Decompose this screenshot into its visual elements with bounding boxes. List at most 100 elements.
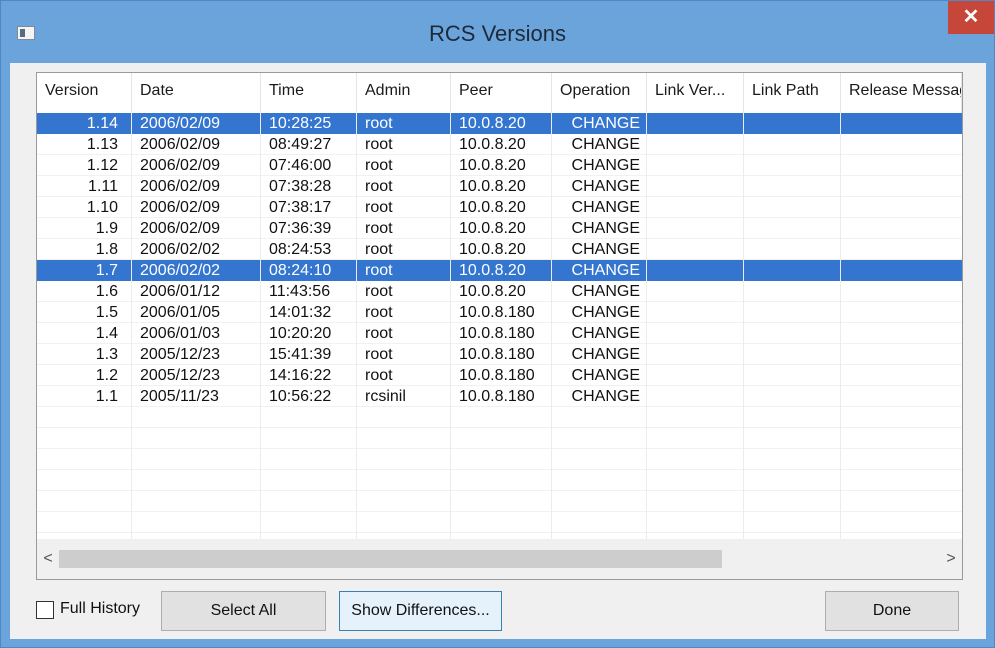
- full-history-checkbox[interactable]: [36, 601, 54, 619]
- table-row[interactable]: 1.7 2006/02/02 08:24:10 root 10.0.8.20 CHANGE: [37, 260, 962, 281]
- table-row[interactable]: 1.3 2005/12/23 15:41:39 root 10.0.8.180 CHANG…: [37, 344, 962, 365]
- table-row[interactable]: 1.1 2005/11/23 10:56:22 rcsinil 10.0.8.180 CH…: [37, 386, 962, 407]
- column-header-time[interactable]: Time: [261, 73, 357, 113]
- cell-time: 15:41:39: [261, 344, 357, 365]
- column-header-operation[interactable]: Operation: [552, 73, 647, 113]
- cell-time: 11:43:56: [261, 281, 357, 302]
- cell-peer: 10.0.8.180: [451, 386, 552, 407]
- cell-operation: CHANGE: [552, 344, 647, 365]
- cell-link-path: [744, 302, 841, 323]
- column-divider: [840, 113, 841, 539]
- cell-peer: 10.0.8.20: [451, 260, 552, 281]
- column-header-peer[interactable]: Peer: [451, 73, 552, 113]
- select-all-button[interactable]: Select All: [161, 591, 326, 631]
- cell-link-version: [647, 281, 744, 302]
- column-header-admin[interactable]: Admin: [357, 73, 451, 113]
- cell-link-path: [744, 155, 841, 176]
- table-row[interactable]: 1.14 2006/02/09 10:28:25 root 10.0.8.20 CHANG…: [37, 113, 962, 134]
- column-divider: [356, 113, 357, 539]
- table-row[interactable]: 1.6 2006/01/12 11:43:56 root 10.0.8.20 CHANGE: [37, 281, 962, 302]
- cell-operation: CHANGE: [552, 386, 647, 407]
- cell-link-path: [744, 344, 841, 365]
- cell-version: 1.3: [95, 346, 118, 363]
- done-button[interactable]: Done: [825, 591, 959, 631]
- full-history-label: Full History: [60, 600, 141, 617]
- column-header-link-version[interactable]: Link Ver...: [647, 73, 744, 113]
- cell-link-path: [744, 386, 841, 407]
- cell-peer: 10.0.8.20: [451, 281, 552, 302]
- cell-operation: CHANGE: [552, 197, 647, 218]
- column-header-date[interactable]: Date: [132, 73, 261, 113]
- cell-release-message: [841, 197, 962, 218]
- cell-date: 2006/01/05: [132, 302, 261, 323]
- cell-date: 2005/12/23: [132, 344, 261, 365]
- cell-link-path: [744, 365, 841, 386]
- cell-peer: 10.0.8.180: [451, 344, 552, 365]
- cell-link-path: [744, 281, 841, 302]
- cell-release-message: [841, 386, 962, 407]
- close-button[interactable]: ✕: [948, 1, 994, 34]
- cell-link-version: [647, 260, 744, 281]
- horizontal-scrollbar[interactable]: < >: [37, 539, 962, 579]
- cell-peer: 10.0.8.20: [451, 176, 552, 197]
- cell-time: 10:56:22: [261, 386, 357, 407]
- cell-admin: root: [357, 155, 451, 176]
- table-row[interactable]: 1.13 2006/02/09 08:49:27 root 10.0.8.20 CHANG…: [37, 134, 962, 155]
- show-differences-button[interactable]: Show Differences...: [339, 591, 502, 631]
- cell-release-message: [841, 344, 962, 365]
- cell-link-path: [744, 260, 841, 281]
- rcs-versions-window: RCS Versions ✕ Version Date Time Admin Peer O…: [0, 0, 995, 648]
- cell-operation: CHANGE: [552, 323, 647, 344]
- table-row[interactable]: 1.12 2006/02/09 07:46:00 root 10.0.8.20 CHANG…: [37, 155, 962, 176]
- table-row[interactable]: 1.9 2006/02/09 07:36:39 root 10.0.8.20 CHANGE: [37, 218, 962, 239]
- cell-release-message: [841, 323, 962, 344]
- versions-list[interactable]: Version Date Time Admin Peer Operation Link Ve…: [36, 72, 963, 580]
- cell-admin: rcsinil: [357, 386, 451, 407]
- table-row[interactable]: 1.8 2006/02/02 08:24:53 root 10.0.8.20 CHANGE: [37, 239, 962, 260]
- cell-time: 10:28:25: [261, 113, 357, 134]
- column-divider: [260, 113, 261, 539]
- column-divider: [450, 113, 451, 539]
- scroll-right-arrow-icon[interactable]: >: [940, 539, 962, 579]
- table-row[interactable]: 1.10 2006/02/09 07:38:17 root 10.0.8.20 CHANG…: [37, 197, 962, 218]
- table-row[interactable]: 1.5 2006/01/05 14:01:32 root 10.0.8.180 CHANG…: [37, 302, 962, 323]
- cell-admin: root: [357, 218, 451, 239]
- cell-time: 07:36:39: [261, 218, 357, 239]
- grid-line: [37, 511, 962, 512]
- cell-peer: 10.0.8.20: [451, 113, 552, 134]
- cell-date: 2006/02/02: [132, 260, 261, 281]
- cell-time: 10:20:20: [261, 323, 357, 344]
- cell-version: 1.11: [88, 178, 118, 195]
- column-header-link-path[interactable]: Link Path: [744, 73, 841, 113]
- cell-operation: CHANGE: [552, 155, 647, 176]
- cell-link-path: [744, 323, 841, 344]
- cell-date: 2006/02/02: [132, 239, 261, 260]
- cell-link-path: [744, 113, 841, 134]
- cell-peer: 10.0.8.20: [451, 197, 552, 218]
- cell-admin: root: [357, 323, 451, 344]
- cell-admin: root: [357, 176, 451, 197]
- cell-time: 08:24:10: [261, 260, 357, 281]
- cell-link-version: [647, 344, 744, 365]
- cell-admin: root: [357, 113, 451, 134]
- window-title: RCS Versions: [429, 21, 566, 46]
- cell-operation: CHANGE: [552, 134, 647, 155]
- cell-operation: CHANGE: [552, 218, 647, 239]
- scroll-left-arrow-icon[interactable]: <: [37, 539, 59, 579]
- table-row[interactable]: 1.2 2005/12/23 14:16:22 root 10.0.8.180 CHANG…: [37, 365, 962, 386]
- cell-time: 07:38:28: [261, 176, 357, 197]
- column-header-release-message[interactable]: Release Message: [841, 73, 962, 113]
- cell-release-message: [841, 260, 962, 281]
- table-row[interactable]: 1.11 2006/02/09 07:38:28 root 10.0.8.20 CHANG…: [37, 176, 962, 197]
- scrollbar-thumb[interactable]: [59, 550, 722, 568]
- cell-release-message: [841, 113, 962, 134]
- cell-date: 2006/02/09: [132, 197, 261, 218]
- cell-admin: root: [357, 197, 451, 218]
- title-bar[interactable]: RCS Versions ✕: [1, 1, 994, 63]
- cell-peer: 10.0.8.180: [451, 323, 552, 344]
- cell-peer: 10.0.8.20: [451, 155, 552, 176]
- column-header-version[interactable]: Version: [37, 73, 132, 113]
- cell-release-message: [841, 239, 962, 260]
- cell-link-version: [647, 218, 744, 239]
- table-row[interactable]: 1.4 2006/01/03 10:20:20 root 10.0.8.180 CHANG…: [37, 323, 962, 344]
